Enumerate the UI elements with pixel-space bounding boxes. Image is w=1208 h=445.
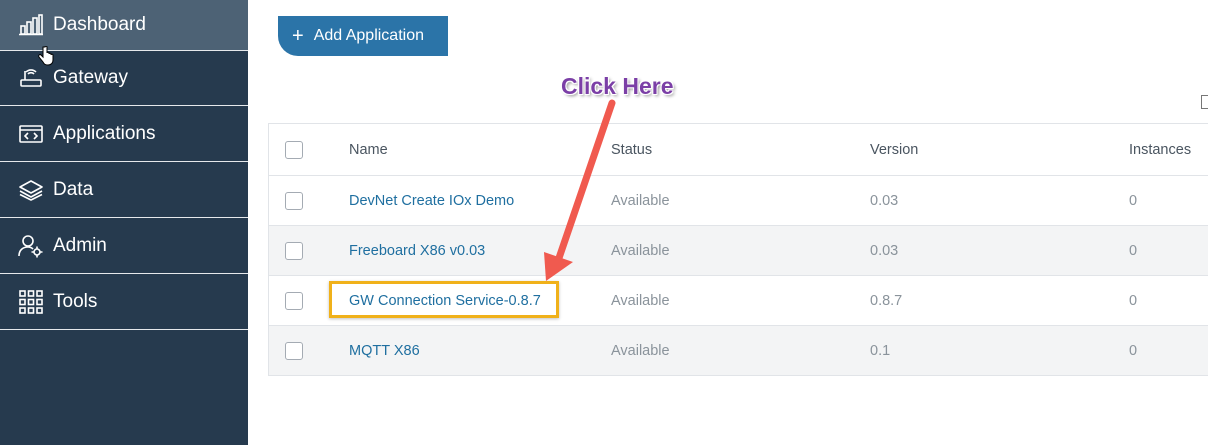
sidebar: Dashboard Gateway Applications Data Admi… (0, 0, 248, 445)
app-name-link[interactable]: MQTT X86 (349, 343, 420, 359)
table-row: Freeboard X86 v0.03 Available 0.03 0 (269, 226, 1208, 276)
column-header-name[interactable]: Name (349, 142, 388, 158)
sidebar-item-label: Dashboard (53, 14, 146, 35)
main-content: + Add Application Click Here Name Status… (248, 0, 1208, 445)
sidebar-item-data[interactable]: Data (0, 163, 248, 218)
sidebar-item-tools[interactable]: Tools (0, 275, 248, 330)
highlight-box (329, 281, 559, 318)
layers-icon (18, 177, 44, 203)
click-here-callout: Click Here (561, 73, 674, 99)
sidebar-item-admin[interactable]: Admin (0, 219, 248, 274)
sidebar-item-gateway[interactable]: Gateway (0, 51, 248, 106)
app-instances: 0 (1129, 192, 1138, 209)
column-header-version[interactable]: Version (870, 142, 918, 158)
table-row: DevNet Create IOx Demo Available 0.03 0 (269, 176, 1208, 226)
column-header-status[interactable]: Status (611, 142, 652, 158)
sidebar-item-label: Tools (53, 291, 98, 312)
grid-icon (18, 289, 44, 315)
table-row: MQTT X86 Available 0.1 0 (269, 326, 1208, 376)
app-instances: 0 (1129, 242, 1138, 259)
sidebar-item-label: Gateway (53, 67, 128, 88)
app-name-link[interactable]: Freeboard X86 v0.03 (349, 243, 485, 259)
app-name-link[interactable]: DevNet Create IOx Demo (349, 193, 514, 209)
app-version: 0.03 (870, 192, 899, 209)
sidebar-item-applications[interactable]: Applications (0, 107, 248, 162)
add-application-label: Add Application (313, 27, 424, 44)
sidebar-item-label: Data (53, 179, 94, 200)
row-checkbox[interactable] (285, 241, 303, 260)
app-status: Available (611, 242, 670, 259)
app-version: 0.8.7 (870, 292, 903, 309)
app-instances: 0 (1129, 292, 1138, 309)
app-version: 0.1 (870, 342, 891, 359)
row-checkbox[interactable] (285, 191, 303, 210)
code-window-icon (18, 121, 44, 147)
add-application-button[interactable]: + Add Application (278, 16, 448, 56)
column-header-instances[interactable]: Instances (1129, 142, 1191, 158)
row-checkbox[interactable] (285, 341, 303, 360)
plus-icon: + (292, 25, 304, 47)
sidebar-item-label: Admin (53, 235, 107, 256)
select-all-checkbox[interactable] (285, 140, 303, 159)
app-instances: 0 (1129, 342, 1138, 359)
app-version: 0.03 (870, 242, 899, 259)
app-status: Available (611, 292, 670, 309)
app-status: Available (611, 192, 670, 209)
column-settings-icon[interactable] (1201, 95, 1208, 109)
applications-table: Name Status Version Instances DevNet Cre… (268, 123, 1208, 376)
router-icon (18, 65, 44, 91)
bar-chart-icon (18, 12, 44, 38)
user-gear-icon (18, 233, 44, 259)
app-status: Available (611, 342, 670, 359)
row-checkbox[interactable] (285, 291, 303, 310)
sidebar-item-label: Applications (53, 123, 156, 144)
sidebar-item-dashboard[interactable]: Dashboard (0, 0, 248, 51)
table-header-row: Name Status Version Instances (269, 124, 1208, 176)
